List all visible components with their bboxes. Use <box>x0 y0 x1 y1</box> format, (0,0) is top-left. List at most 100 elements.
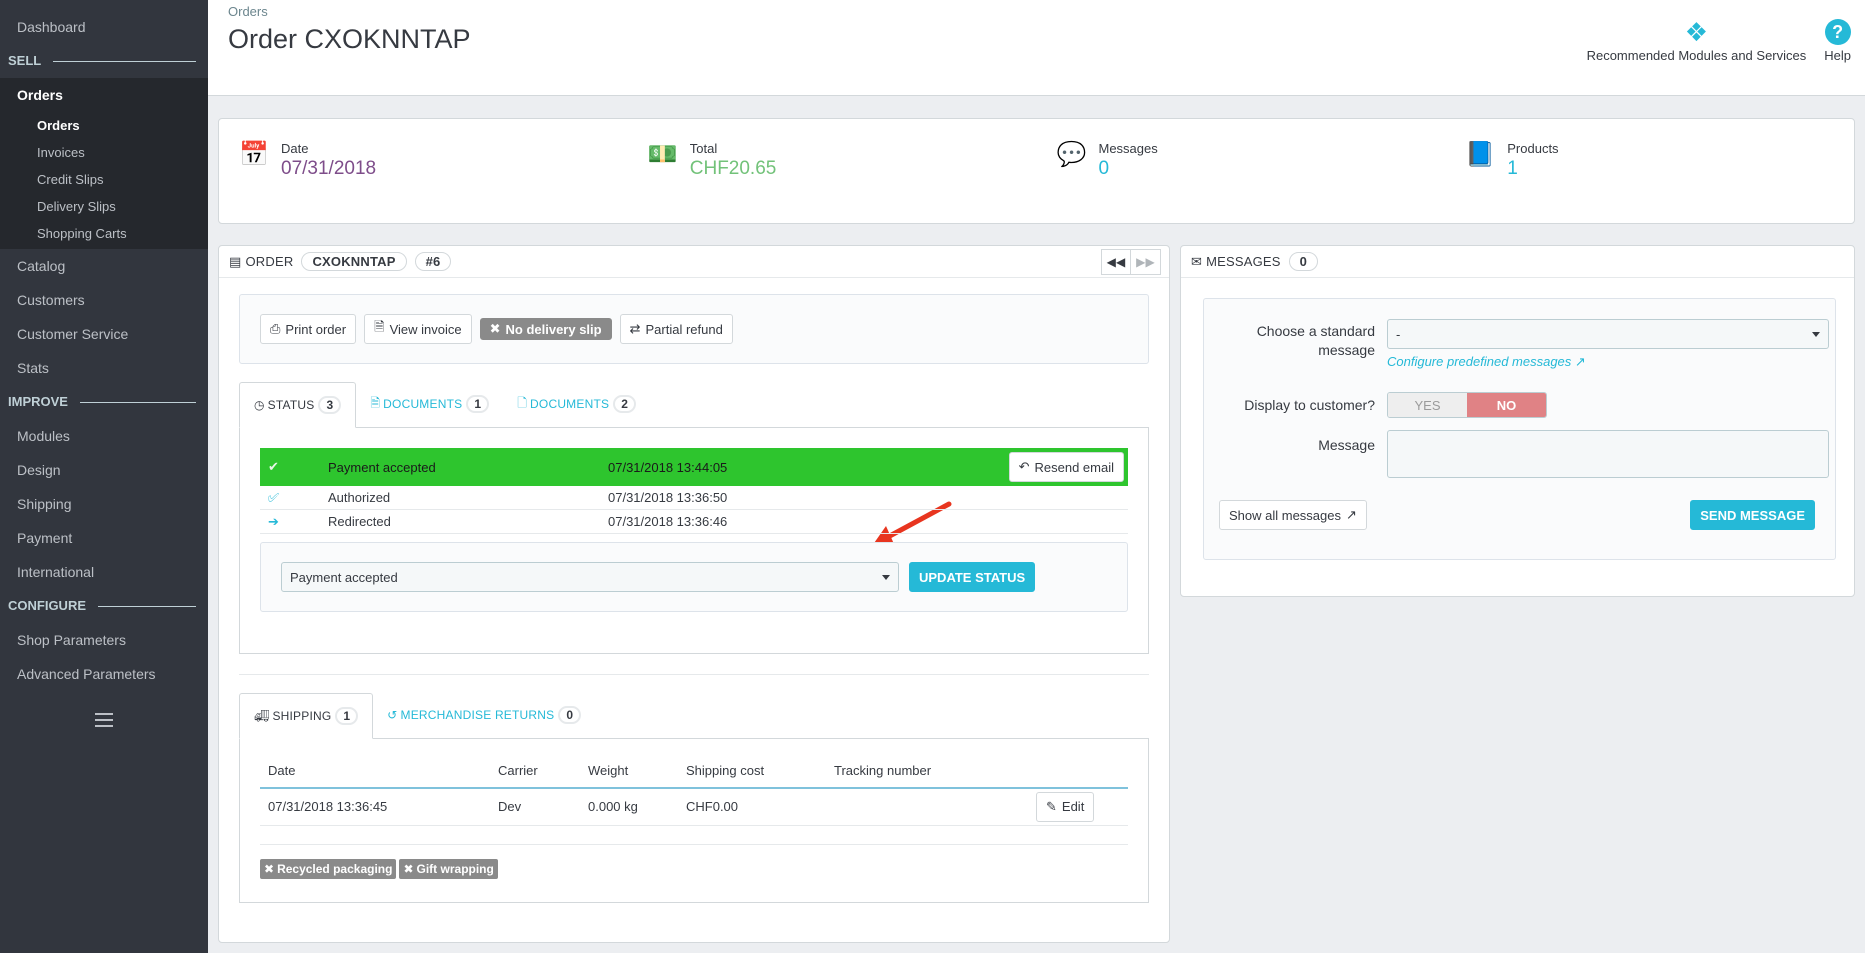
tool-label: Recommended Modules and Services <box>1586 48 1807 63</box>
badge-label: Gift wrapping <box>416 861 494 876</box>
exchange-icon: ⇄ <box>629 321 641 336</box>
tab-status[interactable]: ◷ STATUS 3 <box>239 382 357 428</box>
kpi-label: Total <box>689 141 718 156</box>
arrow-right-icon: ➔ <box>268 513 279 529</box>
column-header: Shipping cost <box>678 753 826 789</box>
file-icon: 🗎 <box>374 319 385 334</box>
toggle-no[interactable]: NO <box>1467 393 1546 417</box>
divider <box>79 401 196 403</box>
display-to-customer-row: Display to customer? YES NO <box>1204 392 1835 418</box>
sidebar-item-stats[interactable]: Stats <box>0 351 208 385</box>
divider <box>53 60 196 62</box>
sidebar-item-advanced-parameters[interactable]: Advanced Parameters <box>0 657 208 691</box>
kpi-total: 💵 Total CHF20.65 <box>628 119 1037 223</box>
shipping-tab-content: Date Carrier Weight Shipping cost Tracki… <box>239 739 1149 903</box>
section-label: SELL <box>8 53 42 68</box>
cell-tracking-number <box>826 788 1028 826</box>
display-to-customer-toggle[interactable]: YES NO <box>1387 392 1547 418</box>
sidebar-item-customer-service[interactable]: Customer Service <box>0 317 208 351</box>
section-label: CONFIGURE <box>8 598 86 613</box>
sidebar-item-shop-parameters[interactable]: Shop Parameters <box>0 623 208 657</box>
order-actions: ⎙ Print order 🗎 View invoice ✖ No delivery … <box>239 294 1149 364</box>
order-panel-header: ▤ ORDER CXOKNNTAP #6 ◀◀ ▶▶ <box>219 246 1169 278</box>
button-label: Edit <box>1061 799 1085 815</box>
close-icon: ✖ <box>403 861 414 876</box>
show-all-messages-button[interactable]: Show all messages ↗ <box>1219 500 1367 530</box>
help-button[interactable]: ? Help <box>1824 16 1851 63</box>
tab-documents-1[interactable]: 🗎 DOCUMENTS 1 <box>356 381 503 427</box>
page-header: Orders Order CXOKNNTAP ❖ Recommended Mod… <box>208 0 1865 96</box>
update-status-button[interactable]: UPDATE STATUS <box>909 562 1036 592</box>
divider <box>260 843 1128 845</box>
sidebar-item-dashboard[interactable]: Dashboard <box>0 10 208 44</box>
kpi-label: Messages <box>1098 141 1158 156</box>
kpi-label: Date <box>281 141 309 156</box>
print-order-button[interactable]: ⎙ Print order <box>260 314 357 344</box>
configure-predefined-messages-link[interactable]: Configure predefined messages ↗ <box>1387 354 1586 370</box>
sidebar-subitem-shopping-carts[interactable]: Shopping Carts <box>0 220 208 247</box>
tab-label: DOCUMENTS <box>530 397 610 411</box>
button-label: Print order <box>285 321 347 337</box>
sidebar-item-catalog[interactable]: Catalog <box>0 249 208 283</box>
kpi-value: CHF20.65 <box>689 158 777 179</box>
history-date: 07/31/2018 13:44:05 <box>608 459 728 475</box>
sidebar: Dashboard SELL Orders Orders Invoices Cr… <box>0 0 208 953</box>
order-status-select[interactable]: Payment accepted <box>281 562 899 592</box>
history-date: 07/31/2018 13:36:46 <box>608 514 728 529</box>
kpi-value: 0 <box>1098 158 1110 179</box>
check-icon: ✔ <box>268 459 279 474</box>
sidebar-item-customers[interactable]: Customers <box>0 283 208 317</box>
next-order-button[interactable]: ▶▶ <box>1131 248 1161 275</box>
sidebar-subitem-delivery-slips[interactable]: Delivery Slips <box>0 193 208 220</box>
sidebar-item-payment[interactable]: Payment <box>0 521 208 555</box>
recommended-modules-button[interactable]: ❖ Recommended Modules and Services <box>1587 16 1807 63</box>
section-divider <box>239 674 1149 675</box>
sidebar-item-shipping[interactable]: Shipping <box>0 487 208 521</box>
sidebar-section-configure: CONFIGURE <box>0 589 208 623</box>
link-label: Configure predefined messages <box>1387 354 1572 369</box>
tab-merchandise-returns[interactable]: ↺ MERCHANDISE RETURNS 0 <box>373 692 595 738</box>
status-history: ✔ Payment accepted 07/31/2018 13:44:05 ↶… <box>260 448 1128 534</box>
column-header <box>1028 753 1128 789</box>
close-icon: ✖ <box>264 861 275 876</box>
puzzle-icon: ❖ <box>1684 17 1709 47</box>
resend-email-button[interactable]: ↶ Resend email <box>1008 452 1124 482</box>
history-status: Payment accepted <box>328 459 436 475</box>
standard-message-select[interactable]: - <box>1387 319 1829 349</box>
tab-count: 3 <box>318 396 342 414</box>
kpi-date: 📅 Date 07/31/2018 <box>219 119 628 223</box>
undo-icon: ↺ <box>387 708 398 722</box>
tab-documents-2[interactable]: 🗋 DOCUMENTS 2 <box>503 381 650 427</box>
column-header: Carrier <box>490 753 580 789</box>
sidebar-item-orders[interactable]: Orders <box>0 78 208 112</box>
edit-shipping-button[interactable]: ✎ Edit <box>1036 791 1095 822</box>
sidebar-item-design[interactable]: Design <box>0 453 208 487</box>
sidebar-subitem-credit-slips[interactable]: Credit Slips <box>0 166 208 193</box>
pencil-icon: ✎ <box>1046 798 1057 814</box>
breadcrumb[interactable]: Orders <box>228 4 268 19</box>
view-invoice-button[interactable]: 🗎 View invoice <box>364 314 472 344</box>
tab-shipping[interactable]: 🚚︎ SHIPPING 1 <box>239 693 374 739</box>
messages-panel-header: ✉ MESSAGES 0 <box>1181 246 1854 278</box>
status-tabs: ◷ STATUS 3 🗎 DOCUMENTS 1 🗋 DOCUMENTS 2 <box>239 382 1149 428</box>
sidebar-subitem-invoices[interactable]: Invoices <box>0 139 208 166</box>
message-textarea[interactable] <box>1387 430 1829 478</box>
no-delivery-slip-button: ✖ No delivery slip <box>479 318 612 340</box>
header-toolbar: ❖ Recommended Modules and Services ? Hel… <box>1587 16 1851 63</box>
external-link-icon: ↗ <box>1346 507 1357 522</box>
partial-refund-button[interactable]: ⇄ Partial refund <box>619 314 733 344</box>
badge-label: Recycled packaging <box>277 861 393 876</box>
toggle-yes[interactable]: YES <box>1388 393 1467 417</box>
kpi-products: 📘 Products 1 <box>1445 119 1854 223</box>
menu-collapse-icon[interactable] <box>95 713 113 727</box>
tab-label: SHIPPING <box>272 709 332 723</box>
tab-label: MERCHANDISE RETURNS <box>400 708 555 722</box>
sidebar-item-international[interactable]: International <box>0 555 208 589</box>
button-label: Partial refund <box>645 321 723 337</box>
previous-order-button[interactable]: ◀◀ <box>1101 248 1131 275</box>
send-message-button[interactable]: SEND MESSAGE <box>1690 500 1815 530</box>
sidebar-item-modules[interactable]: Modules <box>0 419 208 453</box>
sidebar-subitem-orders[interactable]: Orders <box>0 112 208 139</box>
cell-carrier: Dev <box>490 788 580 826</box>
recycled-packaging-badge: ✖ Recycled packaging <box>260 858 397 879</box>
